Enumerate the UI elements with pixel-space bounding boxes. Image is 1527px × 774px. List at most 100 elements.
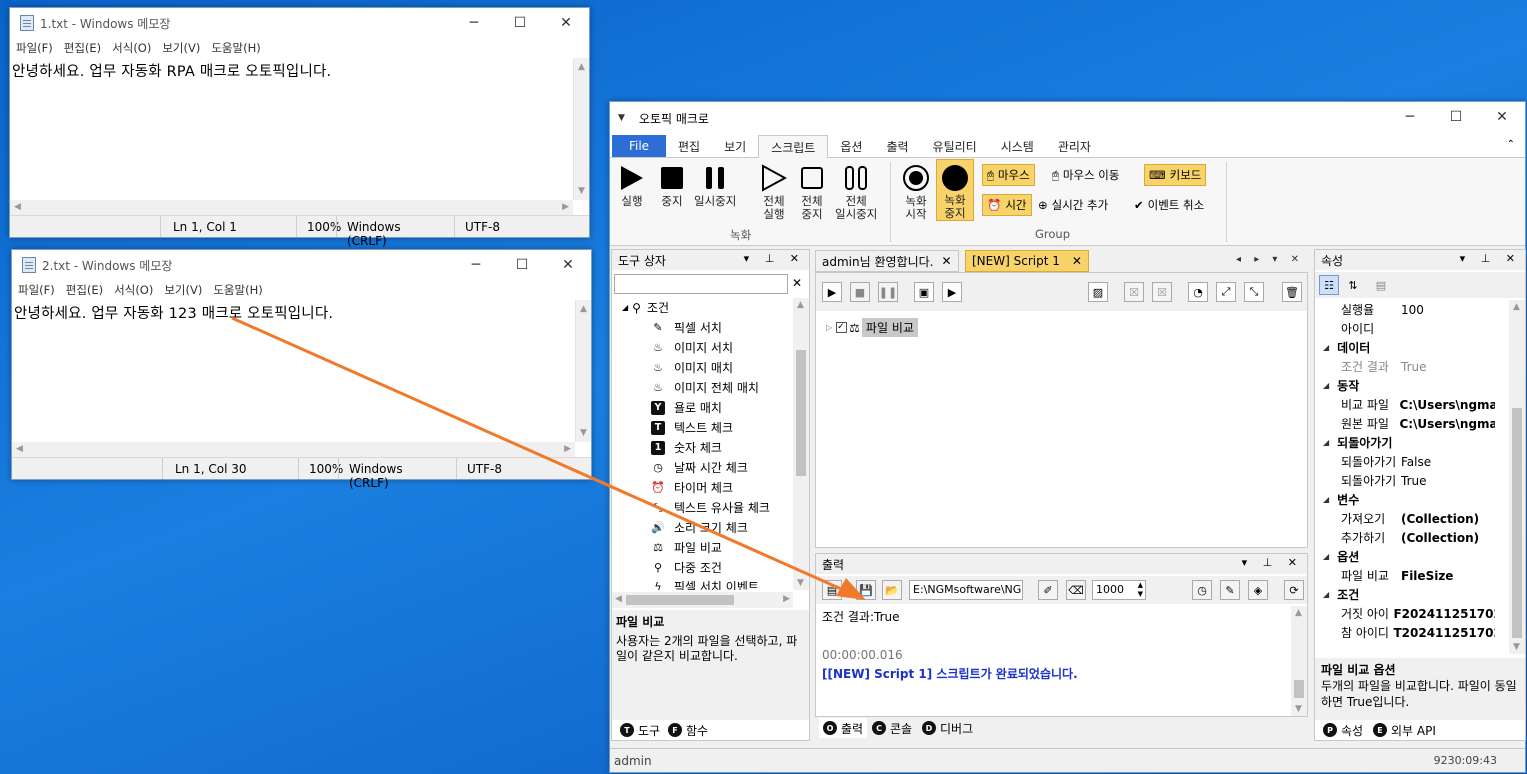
property-value[interactable]: C:\Users\ngma: [1399, 398, 1495, 412]
new-output-button[interactable]: ▤: [822, 580, 842, 600]
tab-external-api[interactable]: E 외부 API: [1373, 720, 1436, 740]
open-folder-button[interactable]: 📂: [882, 580, 902, 600]
checkbox-icon[interactable]: ✓: [836, 322, 848, 333]
tree-item-image-full-match[interactable]: ♨ 이미지 전체 매치: [650, 378, 759, 397]
title-bar[interactable]: 2.txt - Windows 메모장 ─ ☐ ✕: [12, 250, 591, 280]
close-tab-icon[interactable]: ✕: [1072, 254, 1082, 268]
tab-options[interactable]: 옵션: [828, 135, 874, 157]
property-row[interactable]: 참 아이디 T2024112517021: [1341, 623, 1495, 642]
keyboard-button[interactable]: ⌨ 키보드: [1144, 164, 1207, 186]
panel-controls-icon[interactable]: ▾ ⊥ ✕: [1242, 556, 1303, 569]
menu-view[interactable]: 보기(V): [162, 40, 200, 56]
brush-button[interactable]: ✐: [1038, 580, 1058, 600]
expand-button[interactable]: ⤢: [1216, 282, 1236, 302]
spinner-icon[interactable]: ▲ ▼: [1138, 581, 1143, 599]
stop-script-button[interactable]: ■: [850, 282, 870, 302]
title-bar[interactable]: 1.txt - Windows 메모장 ─ ☐ ✕: [10, 8, 589, 38]
panel-controls-icon[interactable]: ▾ ⊥ ✕: [744, 252, 805, 265]
pause-button[interactable]: 일시중지: [694, 163, 736, 208]
property-value[interactable]: 100: [1401, 303, 1424, 317]
tree-item-volume-check[interactable]: 🔊 소리 크기 체크: [650, 518, 748, 537]
tab-welcome[interactable]: admin님 환영합니다. ✕: [815, 250, 959, 272]
run-button[interactable]: 실행: [620, 163, 644, 208]
property-category[interactable]: 데이터: [1323, 338, 1370, 357]
event-cancel-button[interactable]: ✔ 이벤트 취소: [1134, 194, 1204, 216]
menu-edit[interactable]: 편집(E): [66, 282, 103, 298]
tab-system[interactable]: 시스템: [989, 135, 1046, 157]
collapse-ribbon-icon[interactable]: ⌃: [1507, 139, 1515, 150]
mouse-move-button[interactable]: 🖱 마우스 이동: [1052, 164, 1119, 186]
menu-help[interactable]: 도움말(H): [213, 282, 262, 298]
tab-tool[interactable]: T 도구: [616, 720, 665, 740]
title-bar[interactable]: ▼ 오토픽 매크로 ─ ☐ ✕: [610, 102, 1525, 134]
menu-format[interactable]: 서식(O): [114, 282, 153, 298]
maximize-icon[interactable]: ☐: [1433, 102, 1479, 132]
tab-edit[interactable]: 편집: [666, 135, 712, 157]
delete-all-button[interactable]: ☒: [1152, 282, 1172, 302]
refresh-output-button[interactable]: ⟳: [1284, 580, 1304, 600]
output-path-input[interactable]: E:\NGMsoftware\NG: [909, 580, 1023, 600]
output-scrollbar[interactable]: ▲ ▼: [1291, 606, 1307, 716]
property-value[interactable]: True: [1401, 474, 1427, 488]
run-all-button[interactable]: 전체 실행: [761, 163, 787, 221]
property-row[interactable]: 파일 비교 FileSize: [1341, 566, 1495, 585]
fill-button[interactable]: ◈: [1248, 580, 1268, 600]
tree-item-number-check[interactable]: 1 숫자 체크: [650, 438, 722, 457]
property-category[interactable]: 변수: [1323, 490, 1359, 509]
pen-button[interactable]: ✎: [1220, 580, 1240, 600]
tab-file[interactable]: File: [612, 135, 666, 157]
minimize-icon[interactable]: ─: [1387, 102, 1433, 132]
stop-all-button[interactable]: 전체 중지: [800, 163, 824, 221]
property-category[interactable]: 되돌아가기: [1323, 433, 1392, 452]
menu-help[interactable]: 도움말(H): [211, 40, 260, 56]
next-button[interactable]: ▶: [942, 282, 962, 302]
menu-view[interactable]: 보기(V): [164, 282, 202, 298]
property-value[interactable]: True: [1401, 360, 1427, 374]
property-value[interactable]: T2024112517021: [1393, 626, 1495, 640]
vertical-scrollbar[interactable]: ▲ ▼: [573, 58, 589, 200]
line-limit-input[interactable]: 1000 ▲ ▼: [1092, 580, 1146, 600]
property-value[interactable]: F2024112517021: [1393, 607, 1495, 621]
close-tab-icon[interactable]: ✕: [941, 254, 951, 268]
tree-root[interactable]: ◢ ⚲ 조건: [622, 298, 669, 317]
clear-search-icon[interactable]: ✕: [792, 276, 802, 290]
clock-button[interactable]: ◷: [1192, 580, 1212, 600]
property-category[interactable]: 동작: [1323, 376, 1359, 395]
menu-format[interactable]: 서식(O): [112, 40, 151, 56]
toolbox-search-input[interactable]: [614, 274, 788, 294]
tree-item-file-compare[interactable]: ⚖ 파일 비교: [650, 538, 722, 557]
tree-item-datetime-check[interactable]: ◷ 날짜 시간 체크: [650, 458, 748, 477]
tree-item-pixel-search[interactable]: ✎ 픽셀 서치: [650, 318, 722, 337]
tab-debug[interactable]: D 디버그: [922, 718, 973, 738]
stop-button[interactable]: 중지: [660, 163, 684, 208]
text-editor[interactable]: 안녕하세요. 업무 자동화 123 매크로 오토픽입니다.: [14, 302, 575, 323]
record-start-button[interactable]: 녹화 시작: [902, 163, 930, 221]
run-script-button[interactable]: ▶: [822, 282, 842, 302]
maximize-icon[interactable]: ☐: [497, 8, 543, 38]
property-row[interactable]: 거짓 아이 F2024112517021: [1341, 604, 1495, 623]
tree-item-pixel-search-event[interactable]: ϟ 픽셀 서치 이벤트: [650, 578, 759, 591]
eraser-button[interactable]: ⌫: [1066, 580, 1086, 600]
property-value[interactable]: C:\Users\ngma: [1399, 417, 1495, 431]
refresh-button[interactable]: ◔: [1188, 282, 1208, 302]
quick-access-dropdown-icon[interactable]: ▼: [618, 113, 625, 123]
horizontal-scrollbar[interactable]: ◀ ▶: [12, 442, 575, 458]
property-row[interactable]: 가져오기 (Collection): [1341, 509, 1495, 528]
property-value[interactable]: FileSize: [1401, 569, 1453, 583]
tab-properties[interactable]: P 속성: [1319, 720, 1368, 740]
record-stop-button[interactable]: 녹화 중지: [936, 159, 974, 221]
tree-item-text-check[interactable]: T 텍스트 체크: [650, 418, 733, 437]
tree-item-text-similarity[interactable]: ⤡ 텍스트 유사율 체크: [650, 498, 770, 517]
toolbox-vertical-scrollbar[interactable]: ▲ ▼: [793, 298, 809, 590]
property-pages-icon[interactable]: ▤: [1371, 275, 1391, 295]
horizontal-scrollbar[interactable]: ◀ ▶: [10, 200, 573, 216]
property-row[interactable]: 되돌아가기 False: [1341, 452, 1495, 471]
tab-console[interactable]: C 콘솔: [872, 718, 912, 738]
close-icon[interactable]: ✕: [545, 250, 591, 280]
realtime-add-button[interactable]: ⊕ 실시간 추가: [1038, 194, 1108, 216]
tree-item-multi-condition[interactable]: ⚲ 다중 조건: [650, 558, 722, 577]
image-button[interactable]: ▨: [1088, 282, 1108, 302]
trash-button[interactable]: 🗑: [1282, 282, 1302, 302]
minimize-icon[interactable]: ─: [453, 250, 499, 280]
tab-script[interactable]: 스크립트: [758, 135, 829, 158]
